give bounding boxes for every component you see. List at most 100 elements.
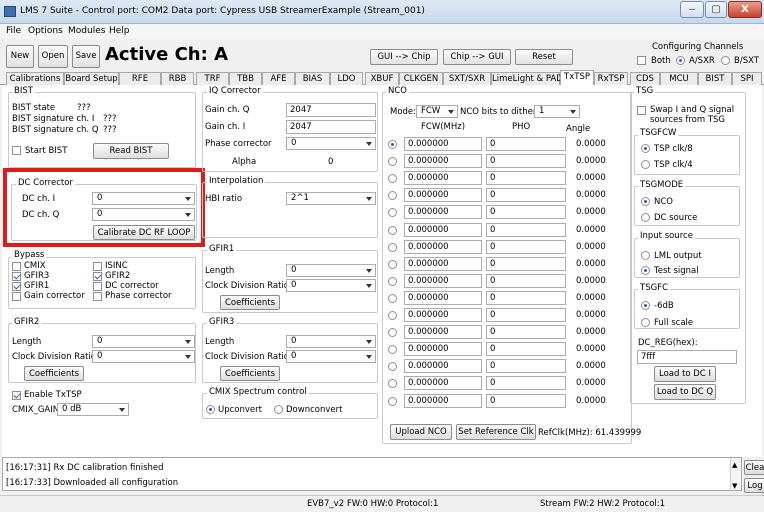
tab-rfe[interactable]: RFE bbox=[119, 72, 161, 85]
save-button[interactable]: Save bbox=[72, 45, 100, 68]
tab-cds[interactable]: CDS bbox=[630, 72, 660, 85]
tab-trf[interactable]: TRF bbox=[196, 72, 229, 85]
nco-row-radio[interactable] bbox=[388, 260, 397, 269]
nco-fcw-input[interactable]: 0.000000 bbox=[404, 274, 482, 288]
nco-fcw-input[interactable]: 0.000000 bbox=[404, 188, 482, 202]
nco-pho-input[interactable]: 0 bbox=[486, 394, 566, 408]
nco-pho-input[interactable]: 0 bbox=[486, 171, 566, 185]
load-to-dc-q-button[interactable]: Load to DC Q bbox=[654, 384, 716, 400]
tsgmode-nco-radio[interactable] bbox=[641, 197, 650, 206]
nco-fcw-input[interactable]: 0.000000 bbox=[404, 205, 482, 219]
maximize-button[interactable]: ▢ bbox=[705, 1, 727, 18]
tab-calibrations[interactable]: Calibrations bbox=[6, 72, 64, 85]
nco-pho-input[interactable]: 0 bbox=[486, 154, 566, 168]
nco-row-radio[interactable] bbox=[388, 140, 397, 149]
read-bist-button[interactable]: Read BIST bbox=[93, 143, 169, 159]
nco-mode-combo[interactable]: FCW bbox=[416, 105, 458, 118]
nco-dither-combo[interactable]: 1 bbox=[534, 105, 580, 118]
both-checkbox[interactable] bbox=[637, 56, 646, 65]
gfir3-cdr-combo[interactable]: 0 bbox=[286, 350, 376, 363]
menu-file[interactable]: File bbox=[6, 26, 21, 36]
dc-reg-input[interactable]: 7fff bbox=[637, 350, 737, 364]
nco-pho-input[interactable]: 0 bbox=[486, 223, 566, 237]
gui-to-chip-button[interactable]: GUI --> Chip bbox=[370, 49, 438, 65]
lml-output-radio[interactable] bbox=[641, 251, 650, 260]
minimize-button[interactable]: ‒ bbox=[680, 1, 704, 18]
nco-row-radio[interactable] bbox=[388, 174, 397, 183]
nco-pho-input[interactable]: 0 bbox=[486, 257, 566, 271]
gain-i-input[interactable]: 2047 bbox=[286, 120, 376, 134]
nco-fcw-input[interactable]: 0.000000 bbox=[404, 359, 482, 373]
nco-row-radio[interactable] bbox=[388, 208, 397, 217]
gfir2-cdr-combo[interactable]: 0 bbox=[92, 350, 195, 363]
tab-rbb[interactable]: RBB bbox=[161, 72, 194, 85]
chip-to-gui-button[interactable]: Chip --> GUI bbox=[443, 49, 511, 65]
nco-row-radio[interactable] bbox=[388, 226, 397, 235]
downconvert-radio[interactable] bbox=[274, 405, 283, 414]
nco-row-radio[interactable] bbox=[388, 397, 397, 406]
nco-pho-input[interactable]: 0 bbox=[486, 376, 566, 390]
nco-row-radio[interactable] bbox=[388, 345, 397, 354]
reset-button[interactable]: Reset bbox=[515, 49, 573, 65]
tab-board-setup[interactable]: Board Setup bbox=[64, 72, 119, 85]
nco-row-radio[interactable] bbox=[388, 157, 397, 166]
menu-options[interactable]: Options bbox=[28, 26, 63, 36]
scroll-up-icon[interactable]: ▲ bbox=[732, 460, 737, 470]
nco-fcw-input[interactable]: 0.000000 bbox=[404, 308, 482, 322]
clear-log-button[interactable]: Clea bbox=[744, 460, 764, 475]
nco-pho-input[interactable]: 0 bbox=[486, 137, 566, 151]
gfir1-length-combo[interactable]: 0 bbox=[286, 264, 376, 277]
gain-q-input[interactable]: 2047 bbox=[286, 103, 376, 117]
tab-tbb[interactable]: TBB bbox=[229, 72, 262, 85]
enable-txtsp-checkbox[interactable] bbox=[12, 391, 21, 400]
tab-rxtsp[interactable]: RxTSP bbox=[594, 72, 628, 85]
nco-fcw-input[interactable]: 0.000000 bbox=[404, 223, 482, 237]
tab-spi[interactable]: SPI bbox=[732, 72, 762, 85]
gain-corrector-checkbox[interactable] bbox=[12, 292, 21, 301]
tab-mcu[interactable]: MCU bbox=[660, 72, 698, 85]
tsp-clk8-radio[interactable] bbox=[641, 144, 650, 153]
tab-bias[interactable]: BIAS bbox=[295, 72, 330, 85]
full-scale-radio[interactable] bbox=[641, 318, 650, 327]
nco-row-radio[interactable] bbox=[388, 362, 397, 371]
scroll-down-icon[interactable]: ▼ bbox=[732, 481, 737, 491]
calibrate-dc-button[interactable]: Calibrate DC RF LOOP bbox=[93, 225, 195, 240]
nco-pho-input[interactable]: 0 bbox=[486, 359, 566, 373]
gfir3-coefficients-button[interactable]: Coefficients bbox=[220, 366, 280, 381]
asxr-radio[interactable] bbox=[676, 56, 685, 65]
nco-row-radio[interactable] bbox=[388, 243, 397, 252]
gfir2-coefficients-button[interactable]: Coefficients bbox=[24, 366, 84, 381]
tab-ldo[interactable]: LDO bbox=[330, 72, 363, 85]
close-button[interactable]: X bbox=[728, 1, 762, 18]
dc-ch-i-combo[interactable]: 0 bbox=[92, 192, 195, 205]
tab-xbuf[interactable]: XBUF bbox=[365, 72, 399, 85]
nco-fcw-input[interactable]: 0.000000 bbox=[404, 394, 482, 408]
nco-fcw-input[interactable]: 0.000000 bbox=[404, 137, 482, 151]
nco-fcw-input[interactable]: 0.000000 bbox=[404, 325, 482, 339]
tab-afe[interactable]: AFE bbox=[262, 72, 295, 85]
swap-iq-checkbox[interactable] bbox=[637, 106, 646, 115]
nco-fcw-input[interactable]: 0.000000 bbox=[404, 171, 482, 185]
dc-corrector-bypass-checkbox[interactable] bbox=[93, 282, 102, 291]
hbi-ratio-combo[interactable]: 2^1 bbox=[286, 192, 376, 205]
dc-ch-q-combo[interactable]: 0 bbox=[92, 208, 195, 221]
tab-bist[interactable]: BIST bbox=[698, 72, 732, 85]
set-reference-clk-button[interactable]: Set Reference Clk bbox=[456, 424, 536, 440]
nco-fcw-input[interactable]: 0.000000 bbox=[404, 240, 482, 254]
nco-row-radio[interactable] bbox=[388, 328, 397, 337]
gfir1-bypass-checkbox[interactable] bbox=[12, 282, 21, 291]
nco-pho-input[interactable]: 0 bbox=[486, 308, 566, 322]
phase-corrector-checkbox[interactable] bbox=[93, 292, 102, 301]
nco-row-radio[interactable] bbox=[388, 379, 397, 388]
dc-source-radio[interactable] bbox=[641, 213, 650, 222]
nco-row-radio[interactable] bbox=[388, 191, 397, 200]
load-to-dc-i-button[interactable]: Load to DC I bbox=[654, 366, 716, 382]
gfir2-bypass-checkbox[interactable] bbox=[93, 272, 102, 281]
start-bist-checkbox[interactable] bbox=[12, 146, 21, 155]
menu-help[interactable]: Help bbox=[109, 26, 130, 36]
nco-fcw-input[interactable]: 0.000000 bbox=[404, 154, 482, 168]
open-button[interactable]: Open bbox=[38, 45, 68, 68]
nco-pho-input[interactable]: 0 bbox=[486, 240, 566, 254]
nco-row-radio[interactable] bbox=[388, 294, 397, 303]
nco-pho-input[interactable]: 0 bbox=[486, 188, 566, 202]
